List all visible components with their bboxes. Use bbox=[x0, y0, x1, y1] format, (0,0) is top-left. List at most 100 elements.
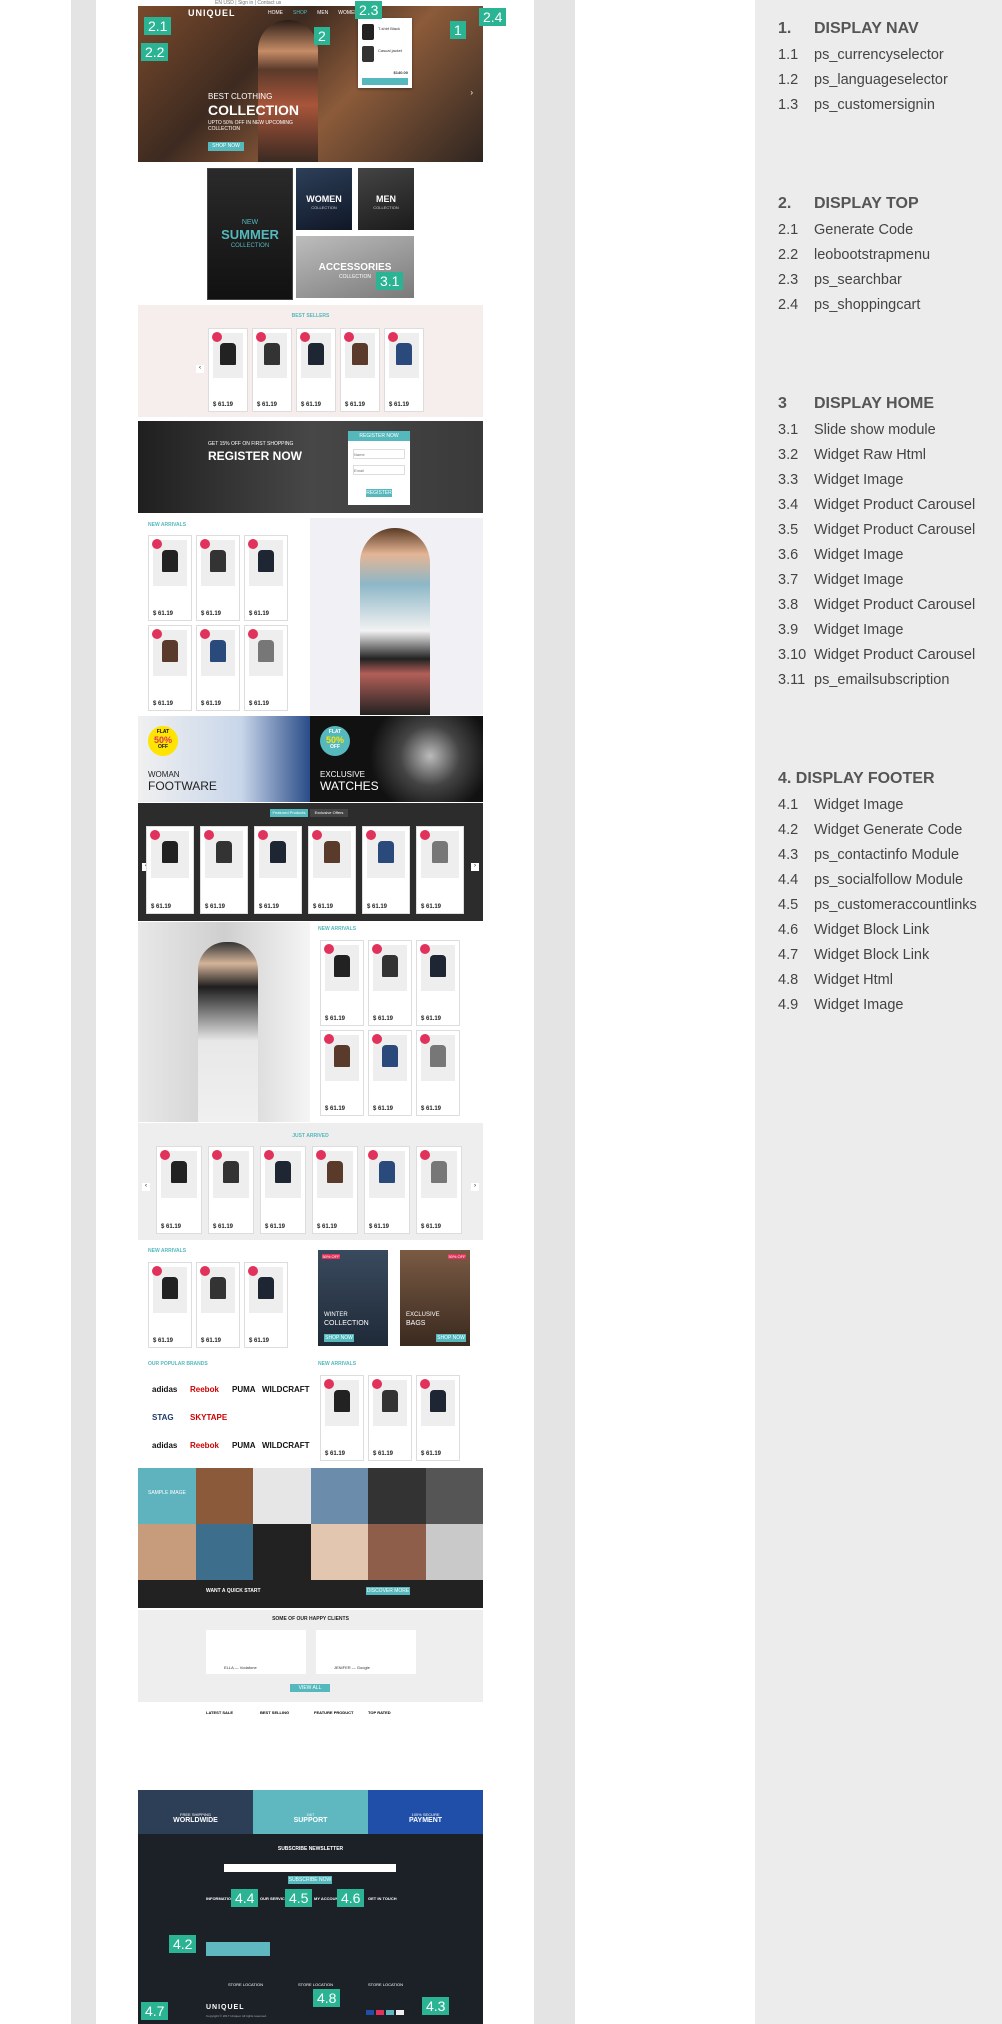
product-card[interactable]: $ 61.19 bbox=[208, 1146, 254, 1234]
category-summer[interactable]: NEW SUMMER COLLECTION bbox=[207, 168, 293, 300]
gallery-tile[interactable] bbox=[195, 1524, 253, 1580]
gallery-tile[interactable] bbox=[138, 1524, 196, 1580]
product-card[interactable]: $ 61.19 bbox=[146, 826, 194, 914]
carousel-next-icon[interactable]: › bbox=[471, 863, 479, 871]
gallery-tile[interactable] bbox=[425, 1468, 483, 1524]
hero-title: COLLECTION bbox=[208, 102, 299, 118]
product-card[interactable]: $ 61.19 bbox=[320, 1375, 364, 1461]
discover-button[interactable]: DISCOVER MORE bbox=[366, 1587, 410, 1595]
view-all-button[interactable]: VIEW ALL bbox=[290, 1684, 330, 1692]
product-card[interactable]: $ 61.19 bbox=[384, 328, 424, 412]
product-card[interactable]: $ 61.19 bbox=[244, 1262, 288, 1348]
promo-watches[interactable]: FLAT 50% OFF EXCLUSIVE WATCHES bbox=[310, 716, 483, 802]
product-card[interactable]: $ 61.19 bbox=[296, 328, 336, 412]
winter-banner[interactable]: 50% OFF WINTER COLLECTION SHOP NOW bbox=[318, 1250, 388, 1346]
product-card[interactable]: $ 61.19 bbox=[260, 1146, 306, 1234]
menu-shop[interactable]: SHOP bbox=[293, 10, 307, 16]
product-card[interactable]: $ 61.19 bbox=[254, 826, 302, 914]
product-card[interactable]: $ 61.19 bbox=[148, 625, 192, 711]
site-logo[interactable]: UNIQUEL bbox=[188, 8, 236, 18]
product-card[interactable]: $ 61.19 bbox=[416, 1146, 462, 1234]
product-card[interactable]: $ 61.19 bbox=[312, 1146, 358, 1234]
gallery-tile[interactable] bbox=[310, 1468, 368, 1524]
hero-shop-button[interactable]: SHOP NOW bbox=[208, 142, 244, 151]
carousel-prev-icon[interactable]: ‹ bbox=[196, 365, 204, 373]
product-price: $ 61.19 bbox=[201, 611, 222, 617]
brand-logo[interactable]: SKYTAPE bbox=[190, 1413, 227, 1422]
product-card[interactable]: $ 61.19 bbox=[368, 1030, 412, 1116]
item-label: ps_languageselector bbox=[814, 72, 948, 88]
brand-logo[interactable]: STAG bbox=[152, 1413, 174, 1422]
product-card[interactable]: $ 61.19 bbox=[416, 1375, 460, 1461]
product-card[interactable]: $ 61.19 bbox=[416, 940, 460, 1026]
gallery-tile[interactable] bbox=[368, 1524, 426, 1580]
brand-logo[interactable]: PUMA bbox=[232, 1441, 256, 1450]
product-card[interactable]: $ 61.19 bbox=[156, 1146, 202, 1234]
register-kicker: GET 15% OFF ON FIRST SHOPPING bbox=[208, 441, 294, 447]
name-field[interactable] bbox=[353, 449, 405, 459]
gallery-tile[interactable] bbox=[253, 1524, 311, 1580]
product-card[interactable]: $ 61.19 bbox=[148, 535, 192, 621]
product-card[interactable]: $ 61.19 bbox=[208, 328, 248, 412]
product-card[interactable]: $ 61.19 bbox=[416, 826, 464, 914]
gallery-tile[interactable] bbox=[310, 1524, 368, 1580]
product-card[interactable]: $ 61.19 bbox=[252, 328, 292, 412]
gallery-tile[interactable] bbox=[368, 1468, 426, 1524]
checkout-button[interactable] bbox=[362, 78, 408, 85]
email-field[interactable] bbox=[353, 465, 405, 475]
category-women[interactable]: WOMEN COLLECTION bbox=[296, 168, 352, 230]
footer-promo-box[interactable] bbox=[206, 1942, 270, 1956]
product-card[interactable]: $ 61.19 bbox=[364, 1146, 410, 1234]
bags-shop-button[interactable]: SHOP NOW bbox=[436, 1334, 466, 1342]
brand-logo[interactable]: adidas bbox=[152, 1385, 177, 1394]
brand-logo[interactable]: adidas bbox=[152, 1441, 177, 1450]
category-men[interactable]: MEN COLLECTION bbox=[358, 168, 414, 230]
product-card[interactable]: $ 61.19 bbox=[196, 535, 240, 621]
gallery-tile[interactable] bbox=[425, 1524, 483, 1580]
gallery-tile[interactable] bbox=[253, 1468, 311, 1524]
brand-logo[interactable]: WILDCRAFT bbox=[262, 1441, 310, 1450]
subscribe-button[interactable]: SUBSCRIBE NOW bbox=[288, 1876, 332, 1884]
carousel-next-icon[interactable]: › bbox=[471, 1183, 479, 1191]
bags-banner[interactable]: 50% OFF EXCLUSIVE BAGS SHOP NOW bbox=[400, 1250, 470, 1346]
item-label: ps_customeraccountlinks bbox=[814, 897, 977, 913]
product-card[interactable]: $ 61.19 bbox=[200, 826, 248, 914]
brand-logo[interactable]: PUMA bbox=[232, 1385, 256, 1394]
brand-logo[interactable]: Reebok bbox=[190, 1441, 219, 1450]
tab-featured[interactable]: Featured Products bbox=[270, 809, 308, 817]
product-shape bbox=[382, 955, 398, 977]
register-button[interactable]: REGISTER bbox=[366, 489, 392, 497]
footer-logo[interactable]: UNIQUEL bbox=[206, 2004, 245, 2011]
product-card[interactable]: $ 61.19 bbox=[196, 1262, 240, 1348]
menu-home[interactable]: HOME bbox=[268, 10, 283, 16]
slider-next-icon[interactable]: › bbox=[470, 88, 473, 97]
product-card[interactable]: $ 61.19 bbox=[320, 1030, 364, 1116]
winter-shop-button[interactable]: SHOP NOW bbox=[324, 1334, 354, 1342]
gallery-tile[interactable] bbox=[195, 1468, 253, 1524]
carousel-prev-icon[interactable]: ‹ bbox=[142, 1183, 150, 1191]
menu-men[interactable]: MEN bbox=[317, 10, 328, 16]
newsletter-inputs[interactable] bbox=[224, 1864, 396, 1872]
product-card[interactable]: $ 61.19 bbox=[340, 328, 380, 412]
product-card[interactable]: $ 61.19 bbox=[148, 1262, 192, 1348]
product-card[interactable]: $ 61.19 bbox=[196, 625, 240, 711]
annotation-badge: 2.3 bbox=[355, 1, 383, 19]
women-sub: COLLECTION bbox=[311, 205, 337, 210]
product-card[interactable]: $ 61.19 bbox=[320, 940, 364, 1026]
sale-badge bbox=[212, 332, 222, 342]
product-card[interactable]: $ 61.19 bbox=[308, 826, 356, 914]
product-card[interactable]: $ 61.19 bbox=[368, 1375, 412, 1461]
brand-logo[interactable]: WILDCRAFT bbox=[262, 1385, 310, 1394]
product-card[interactable]: $ 61.19 bbox=[416, 1030, 460, 1116]
sample-tile[interactable]: SAMPLE IMAGE bbox=[138, 1468, 196, 1524]
product-card[interactable]: $ 61.19 bbox=[362, 826, 410, 914]
product-card[interactable]: $ 61.19 bbox=[368, 940, 412, 1026]
tab-exclusive[interactable]: Exclusive Offers bbox=[310, 809, 348, 817]
promo-footware[interactable]: FLAT 50% OFF WOMAN FOOTWARE bbox=[138, 716, 310, 802]
product-shape bbox=[210, 1277, 226, 1299]
brand-logo[interactable]: Reebok bbox=[190, 1385, 219, 1394]
product-card[interactable]: $ 61.19 bbox=[244, 535, 288, 621]
list-title: BEST SELLING bbox=[260, 1710, 290, 1715]
cart-dropdown[interactable]: T-shirt Black Casual jacket $140.00 bbox=[358, 18, 412, 88]
product-card[interactable]: $ 61.19 bbox=[244, 625, 288, 711]
